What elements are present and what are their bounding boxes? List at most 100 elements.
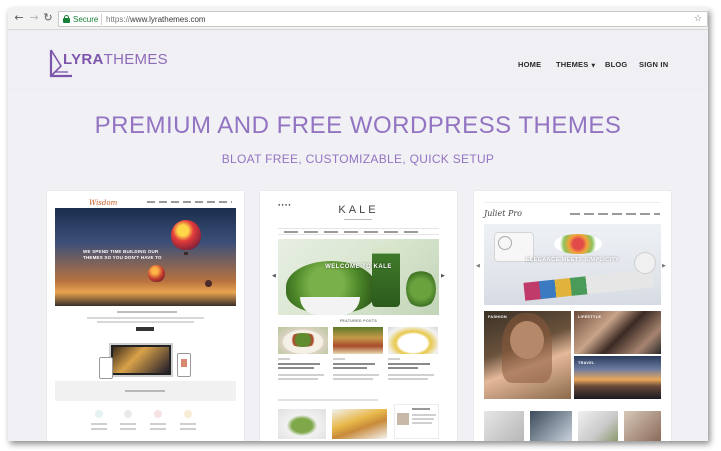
theme-card-wisdom[interactable]: Wisdom WE SPEND TIME BUILDING OUR THEMES … xyxy=(47,191,244,441)
text-line xyxy=(278,358,290,360)
theme-hero-text-line1: WE SPEND TIME BUILDING OUR xyxy=(83,249,159,254)
theme-card-juliet-pro[interactable]: Juliet Pro ELEGANCE MEETS SIMPLICITY ◀ ▶… xyxy=(474,191,671,441)
text-line xyxy=(333,378,373,380)
lock-icon xyxy=(63,15,70,23)
text-line xyxy=(333,374,379,376)
text-line xyxy=(180,423,196,425)
text-line xyxy=(388,374,434,376)
feature-icon xyxy=(184,410,192,418)
post-image xyxy=(388,327,438,354)
address-bar[interactable]: Secure https://www.lyrathemes.com ☆ xyxy=(58,11,708,27)
theme-card-kale[interactable]: ●●●● KALE WELCOME TO KALE ◀ ▶ FEATURED P… xyxy=(260,191,457,441)
text-line xyxy=(117,311,177,313)
theme-hero-text-line2: THEMES SO YOU DON'T HAVE TO xyxy=(83,255,162,260)
text-line xyxy=(344,219,372,220)
nav-home[interactable]: HOME xyxy=(518,60,541,69)
logo-text-bold: LYRA xyxy=(63,51,104,68)
devices-image xyxy=(97,341,197,381)
category-tile-travel: TRAVEL xyxy=(574,356,661,399)
balloon-image xyxy=(205,280,212,287)
site-header: LYRATHEMES HOME THEMES ▼ BLOG SIGN IN xyxy=(8,30,708,92)
text-line xyxy=(333,367,367,369)
theme-brand: Wisdom xyxy=(89,199,118,207)
browser-window: ← → ↻ Secure https://www.lyrathemes.com … xyxy=(8,8,708,441)
carousel-prev-icon: ◀ xyxy=(476,263,480,269)
url-host: www.lyrathemes.com xyxy=(130,15,206,24)
address-separator xyxy=(101,14,102,25)
nav-signin[interactable]: SIGN IN xyxy=(639,60,668,69)
star-icon[interactable]: ☆ xyxy=(694,13,702,25)
theme-hero-text: WE SPEND TIME BUILDING OUR THEMES SO YOU … xyxy=(83,249,162,261)
text-line xyxy=(333,363,375,365)
tile-label: FASHION xyxy=(488,315,507,319)
feature-icon xyxy=(124,410,132,418)
theme-hero-image: WELCOME TO KALE xyxy=(278,239,439,315)
nav-themes-label: THEMES xyxy=(556,60,589,69)
post-image xyxy=(530,411,572,441)
text-line xyxy=(120,428,136,430)
theme-brand: KALE xyxy=(338,204,379,216)
text-line xyxy=(333,358,345,360)
balloon-image xyxy=(148,265,165,282)
post-image xyxy=(278,409,326,439)
text-line xyxy=(388,358,400,360)
theme-brand: Juliet Pro xyxy=(484,209,522,218)
category-tile-lifestyle: LIFESTYLE xyxy=(574,311,661,354)
url-scheme: https:// xyxy=(106,15,131,24)
hero-subtitle: BLOAT FREE, CUSTOMIZABLE, QUICK SETUP xyxy=(221,152,495,166)
theme-section-band xyxy=(55,381,236,401)
text-line xyxy=(278,378,318,380)
text-line xyxy=(125,390,165,392)
text-line xyxy=(388,367,418,369)
theme-nav-preview xyxy=(278,228,439,235)
section-title: FEATURED POSTS xyxy=(339,319,378,323)
theme-hero-text: ELEGANCE MEETS SIMPLICITY xyxy=(525,257,620,263)
text-line xyxy=(91,423,107,425)
section-divider xyxy=(278,399,378,401)
tile-label: TRAVEL xyxy=(578,361,595,365)
carousel-prev-icon: ◀ xyxy=(272,273,276,279)
forward-icon[interactable]: → xyxy=(27,11,41,25)
post-image xyxy=(333,327,383,354)
text-line xyxy=(180,428,196,430)
text-line xyxy=(120,423,136,425)
reload-icon[interactable]: ↻ xyxy=(41,11,55,25)
tile-label: LIFESTYLE xyxy=(578,315,602,319)
text-line xyxy=(278,374,324,376)
caret-down-icon: ▼ xyxy=(589,63,596,69)
nav-blog[interactable]: BLOG xyxy=(605,60,627,69)
section-divider xyxy=(484,202,661,203)
post-image xyxy=(278,327,328,354)
post-image xyxy=(332,409,387,439)
theme-nav-preview xyxy=(147,201,232,203)
about-widget xyxy=(394,404,439,439)
text-line xyxy=(150,423,166,425)
text-line xyxy=(87,317,204,319)
logo-text: LYRATHEMES xyxy=(63,51,168,68)
post-image xyxy=(484,411,524,441)
secure-label: Secure xyxy=(73,15,99,24)
text-line xyxy=(150,428,166,430)
carousel-next-icon: ▶ xyxy=(441,273,445,279)
category-tile-fashion: FASHION xyxy=(484,311,571,399)
text-line xyxy=(388,363,430,365)
feature-icon xyxy=(154,410,162,418)
post-image xyxy=(624,411,661,441)
hero-title: PREMIUM AND FREE WORDPRESS THEMES xyxy=(94,112,622,139)
balloon-basket xyxy=(184,252,188,255)
logo-text-rest: THEMES xyxy=(103,51,168,68)
theme-hero-image: ELEGANCE MEETS SIMPLICITY xyxy=(484,224,661,305)
theme-cta-button xyxy=(136,327,154,331)
theme-nav-preview xyxy=(570,213,660,215)
browser-toolbar: ← → ↻ Secure https://www.lyrathemes.com … xyxy=(8,8,708,30)
text-line xyxy=(278,367,314,369)
back-icon[interactable]: ← xyxy=(12,11,26,25)
nav-themes[interactable]: THEMES ▼ xyxy=(556,60,595,69)
text-line xyxy=(388,378,428,380)
theme-hero-text: WELCOME TO KALE xyxy=(325,264,392,270)
text-line xyxy=(91,428,107,430)
carousel-next-icon: ▶ xyxy=(662,263,666,269)
url-text[interactable]: https://www.lyrathemes.com xyxy=(106,14,206,25)
feature-icon xyxy=(95,410,103,418)
post-image xyxy=(578,411,618,441)
